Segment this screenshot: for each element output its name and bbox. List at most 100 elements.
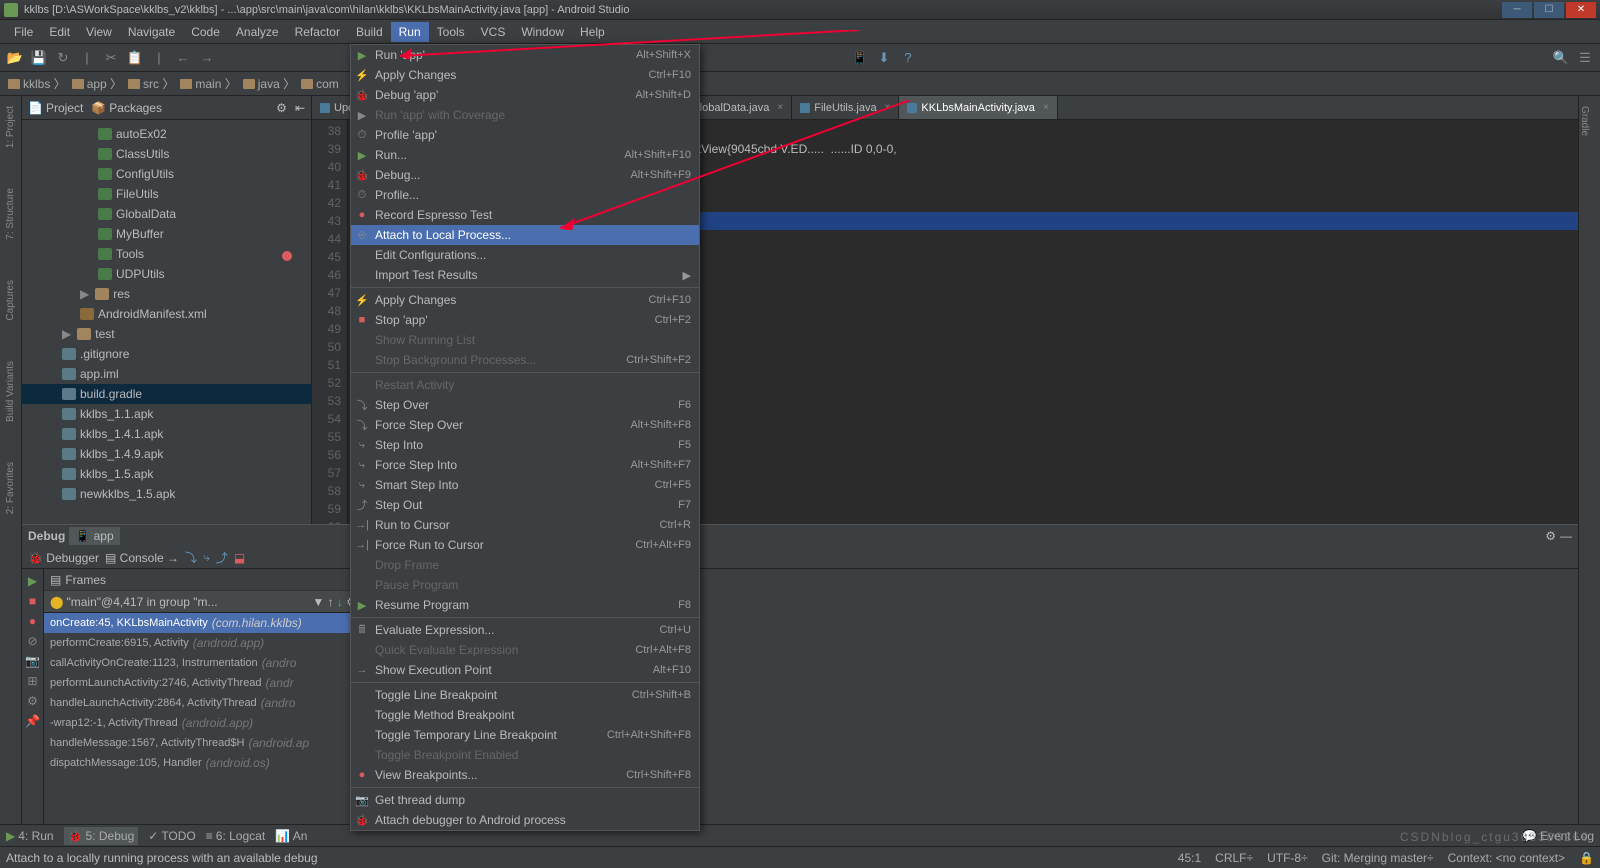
menu-code[interactable]: Code bbox=[183, 22, 228, 42]
maximize-button[interactable]: ☐ bbox=[1534, 2, 1564, 18]
tree-item[interactable]: app.iml bbox=[22, 364, 311, 384]
thread-selector[interactable]: ⬤ "main"@4,417 in group "m... ▼ ↑ ↓ ⚙ bbox=[44, 591, 363, 613]
project-tool-label[interactable]: 1: Project bbox=[5, 106, 16, 148]
menu-item[interactable]: ▶Resume ProgramF8 bbox=[351, 595, 699, 615]
tree-item[interactable]: newkklbs_1.5.apk bbox=[22, 484, 311, 504]
drop-frame-icon[interactable]: ⬓ bbox=[234, 551, 245, 565]
breadcrumb-item[interactable]: main 〉 bbox=[180, 75, 236, 92]
mute-bp-icon[interactable]: ⊘ bbox=[25, 633, 41, 649]
stack-frame[interactable]: -wrap12:-1, ActivityThread(android.app) bbox=[44, 713, 363, 733]
frames-list[interactable]: onCreate:45, KKLbsMainActivity(com.hilan… bbox=[44, 613, 363, 824]
menu-help[interactable]: Help bbox=[572, 22, 613, 42]
tree-item[interactable]: autoEx02 bbox=[22, 124, 311, 144]
tree-item[interactable]: Tools bbox=[22, 244, 311, 264]
lock-icon[interactable]: 🔒 bbox=[1579, 851, 1594, 865]
breadcrumb-item[interactable]: com bbox=[301, 77, 339, 91]
tree-item[interactable]: ▶test bbox=[22, 324, 311, 344]
editor-tab[interactable]: FileUtils.java× bbox=[792, 96, 899, 119]
editor-tab[interactable]: KKLbsMainActivity.java× bbox=[899, 96, 1057, 119]
encoding[interactable]: UTF-8÷ bbox=[1267, 851, 1308, 865]
minimize-panel-icon[interactable]: — bbox=[1560, 529, 1572, 543]
step-out-icon[interactable]: ⤴ bbox=[216, 549, 228, 566]
menu-item[interactable]: ⤵Force Step OverAlt+Shift+F8 bbox=[351, 415, 699, 435]
notif-icon[interactable]: ☰ bbox=[1576, 49, 1594, 67]
cut-icon[interactable]: ✂ bbox=[102, 49, 120, 67]
menu-navigate[interactable]: Navigate bbox=[120, 22, 183, 42]
debug-tool-tab[interactable]: 🐞 5: Debug bbox=[64, 827, 139, 845]
menu-item[interactable]: 🐞Debug 'app'Alt+Shift+D bbox=[351, 85, 699, 105]
pin-icon[interactable]: 📌 bbox=[25, 713, 41, 729]
menu-item[interactable]: 🐞Attach debugger to Android process bbox=[351, 810, 699, 830]
menu-view[interactable]: View bbox=[78, 22, 120, 42]
minimize-button[interactable]: ─ bbox=[1502, 2, 1532, 18]
menu-item[interactable]: 🐞Debug...Alt+Shift+F9 bbox=[351, 165, 699, 185]
menu-item[interactable]: ⤷Step IntoF5 bbox=[351, 435, 699, 455]
menu-window[interactable]: Window bbox=[513, 22, 572, 42]
gear-icon[interactable]: ⚙ bbox=[276, 101, 287, 115]
layout-icon[interactable]: ⊞ bbox=[25, 673, 41, 689]
tree-item[interactable]: FileUtils bbox=[22, 184, 311, 204]
stack-frame[interactable]: handleLaunchActivity:2864, ActivityThrea… bbox=[44, 693, 363, 713]
help-icon[interactable]: ? bbox=[899, 49, 917, 67]
step-over-icon[interactable]: ⤵ bbox=[185, 549, 197, 566]
tree-item[interactable]: UDPUtils bbox=[22, 264, 311, 284]
menu-item[interactable]: ●View Breakpoints...Ctrl+Shift+F8 bbox=[351, 765, 699, 785]
project-view-tab[interactable]: 📄 Project bbox=[28, 101, 83, 115]
gradle-tool-label[interactable]: Gradle bbox=[1579, 106, 1590, 136]
debug-target[interactable]: 📱 app bbox=[69, 527, 119, 545]
search-icon[interactable]: 🔍 bbox=[1552, 49, 1570, 67]
tree-item[interactable]: .gitignore bbox=[22, 344, 311, 364]
stop-icon[interactable]: ■ bbox=[25, 593, 41, 609]
tree-item[interactable]: ClassUtils bbox=[22, 144, 311, 164]
debugger-tab[interactable]: 🐞 Debugger bbox=[28, 551, 99, 565]
more-tool-tab[interactable]: 📊 An bbox=[275, 829, 307, 843]
paste-icon[interactable]: 📋 bbox=[126, 49, 144, 67]
git-status[interactable]: Git: Merging master÷ bbox=[1322, 851, 1434, 865]
menu-item[interactable]: ⤷Smart Step IntoCtrl+F5 bbox=[351, 475, 699, 495]
tree-item[interactable]: GlobalData bbox=[22, 204, 311, 224]
menu-item[interactable]: Toggle Temporary Line BreakpointCtrl+Alt… bbox=[351, 725, 699, 745]
menu-item[interactable]: ⚡Apply ChangesCtrl+F10 bbox=[351, 65, 699, 85]
collapse-icon[interactable]: ⇤ bbox=[295, 101, 305, 115]
menu-analyze[interactable]: Analyze bbox=[228, 22, 287, 42]
buildvariants-tool-label[interactable]: Build Variants bbox=[5, 361, 16, 422]
tree-item[interactable]: MyBuffer bbox=[22, 224, 311, 244]
sdk-icon[interactable]: ⬇ bbox=[875, 49, 893, 67]
menu-item[interactable]: Edit Configurations... bbox=[351, 245, 699, 265]
menu-item[interactable]: Import Test Results▶ bbox=[351, 265, 699, 285]
menu-item[interactable]: ⤷Force Step IntoAlt+Shift+F7 bbox=[351, 455, 699, 475]
logcat-tool-tab[interactable]: ≡ 6: Logcat bbox=[206, 829, 265, 843]
tree-item[interactable]: AndroidManifest.xml bbox=[22, 304, 311, 324]
menu-file[interactable]: File bbox=[6, 22, 41, 42]
menu-build[interactable]: Build bbox=[348, 22, 391, 42]
menu-item[interactable]: Toggle Method Breakpoint bbox=[351, 705, 699, 725]
menu-item[interactable]: ▶Run...Alt+Shift+F10 bbox=[351, 145, 699, 165]
tree-item[interactable]: build.gradle bbox=[22, 384, 311, 404]
forward-icon[interactable]: → bbox=[198, 49, 216, 67]
menu-item[interactable]: 🖩Evaluate Expression...Ctrl+U bbox=[351, 620, 699, 640]
menu-item[interactable]: →|Force Run to CursorCtrl+Alt+F9 bbox=[351, 535, 699, 555]
tree-item[interactable]: kklbs_1.1.apk bbox=[22, 404, 311, 424]
menu-item[interactable]: →Show Execution PointAlt+F10 bbox=[351, 660, 699, 680]
back-icon[interactable]: ← bbox=[174, 49, 192, 67]
run-tool-tab[interactable]: ▶ 4: Run bbox=[6, 829, 54, 843]
tree-item[interactable]: kklbs_1.4.1.apk bbox=[22, 424, 311, 444]
tree-item[interactable]: ▶res bbox=[22, 284, 311, 304]
cursor-position[interactable]: 45:1 bbox=[1178, 851, 1201, 865]
close-button[interactable]: ✕ bbox=[1566, 2, 1596, 18]
menu-item[interactable]: ⏱Profile... bbox=[351, 185, 699, 205]
menu-tools[interactable]: Tools bbox=[429, 22, 473, 42]
breakpoints-icon[interactable]: ● bbox=[25, 613, 41, 629]
menu-item[interactable]: ▶Run 'app'Alt+Shift+X bbox=[351, 45, 699, 65]
packages-view-tab[interactable]: 📦 Packages bbox=[91, 101, 162, 115]
menu-item[interactable]: Toggle Line BreakpointCtrl+Shift+B bbox=[351, 685, 699, 705]
thread-dump-icon[interactable]: 📷 bbox=[25, 653, 41, 669]
stack-frame[interactable]: callActivityOnCreate:1123, Instrumentati… bbox=[44, 653, 363, 673]
menu-item[interactable]: ⏱Profile 'app' bbox=[351, 125, 699, 145]
stack-frame[interactable]: onCreate:45, KKLbsMainActivity(com.hilan… bbox=[44, 613, 363, 633]
favorites-tool-label[interactable]: 2: Favorites bbox=[5, 462, 16, 514]
breadcrumb-item[interactable]: java 〉 bbox=[243, 75, 295, 92]
gear-icon[interactable]: ⚙ bbox=[1545, 529, 1556, 543]
sync-icon[interactable]: ↻ bbox=[54, 49, 72, 67]
structure-tool-label[interactable]: 7: Structure bbox=[5, 188, 16, 240]
